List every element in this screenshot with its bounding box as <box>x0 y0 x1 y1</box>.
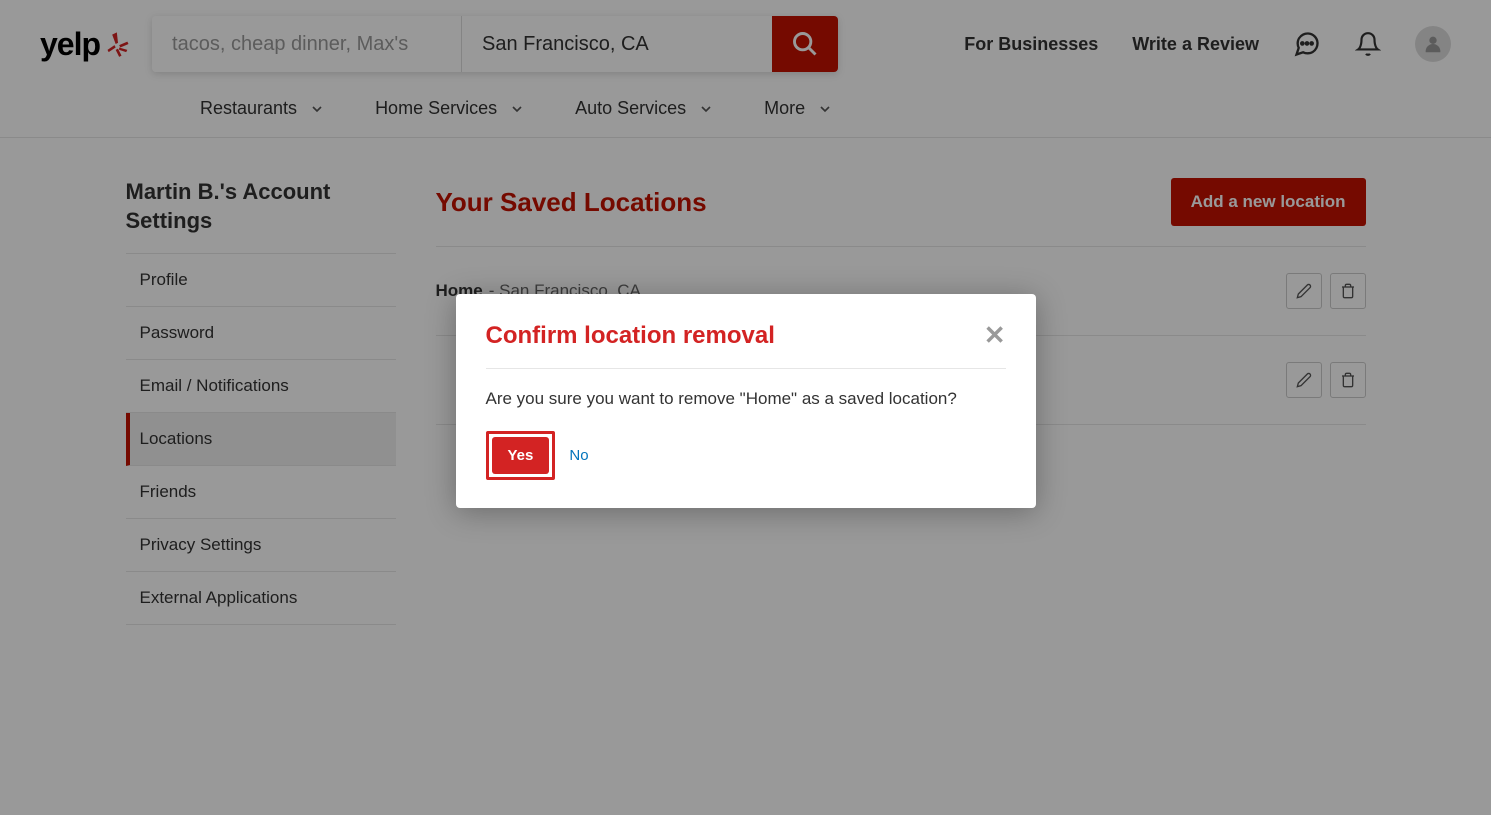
modal-header: Confirm location removal ✕ <box>486 322 1006 369</box>
modal-title: Confirm location removal <box>486 322 775 350</box>
confirm-removal-modal: Confirm location removal ✕ Are you sure … <box>456 294 1036 508</box>
yes-highlight-box: Yes <box>486 431 556 480</box>
confirm-yes-button[interactable]: Yes <box>492 437 550 474</box>
modal-actions: Yes No <box>486 431 1006 480</box>
modal-overlay: Confirm location removal ✕ Are you sure … <box>0 0 1491 815</box>
modal-body-text: Are you sure you want to remove "Home" a… <box>486 389 1006 409</box>
confirm-no-link[interactable]: No <box>569 447 588 464</box>
close-icon: ✕ <box>984 320 1006 350</box>
modal-close-button[interactable]: ✕ <box>984 322 1006 348</box>
